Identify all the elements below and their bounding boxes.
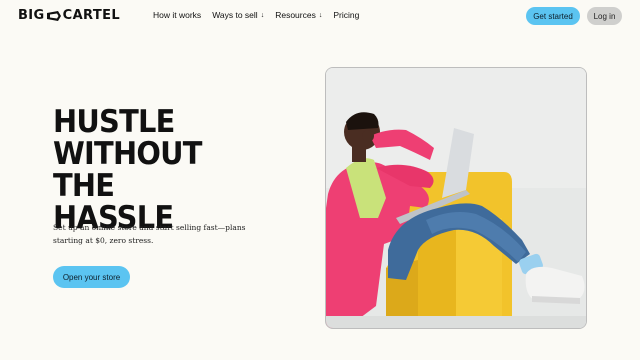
megaphone-icon xyxy=(46,10,61,21)
nav-item-resources[interactable]: Resources ↓ xyxy=(275,10,322,20)
main-menu: How it works Ways to sell ↓ Resources ↓ … xyxy=(153,10,359,20)
nav-item-label: Pricing xyxy=(333,10,360,20)
top-nav: BIG CARTEL How it works Ways to sell ↓ R… xyxy=(0,0,640,32)
nav-item-label: Ways to sell xyxy=(212,10,258,20)
nav-item-pricing[interactable]: Pricing xyxy=(333,10,359,20)
nav-item-label: How it works xyxy=(153,10,202,20)
arrow-down-icon: ↓ xyxy=(260,11,265,19)
login-button[interactable]: Log in xyxy=(587,7,622,25)
brand-logo-left: BIG xyxy=(18,8,45,23)
brand-logo[interactable]: BIG CARTEL xyxy=(18,8,120,23)
hero-illustration xyxy=(326,68,586,328)
hero-title: HUSTLE WITHOUT THE HASSLE xyxy=(53,106,267,234)
nav-item-label: Resources xyxy=(275,10,316,20)
nav-item-how-it-works[interactable]: How it works xyxy=(153,10,201,20)
hero-title-line: HUSTLE xyxy=(53,104,175,140)
get-started-button[interactable]: Get started xyxy=(526,7,580,25)
hero-title-line: WITHOUT THE xyxy=(53,136,202,204)
brand-logo-right: CARTEL xyxy=(62,8,121,23)
arrow-down-icon: ↓ xyxy=(318,11,323,19)
hero-photo xyxy=(325,67,587,329)
nav-item-ways-to-sell[interactable]: Ways to sell ↓ xyxy=(212,10,264,20)
open-store-button[interactable]: Open your store xyxy=(53,266,130,288)
hero-subtitle: Set up an online store and start selling… xyxy=(53,223,246,245)
